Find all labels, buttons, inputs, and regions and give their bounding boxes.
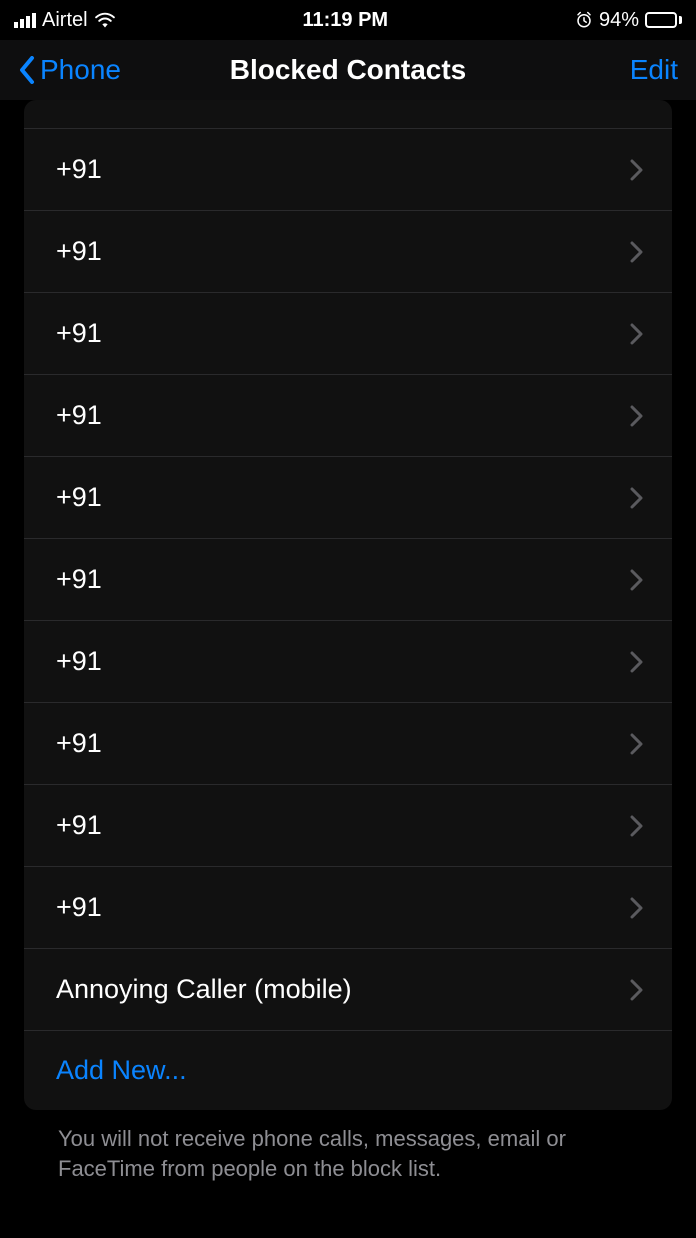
list-item[interactable]: +91 — [24, 784, 672, 866]
status-left: Airtel — [14, 9, 116, 32]
wifi-icon — [94, 12, 116, 28]
signal-icon — [14, 12, 36, 28]
blocked-list: +91 +91 +91 +91 +91 +91 +91 +91 — [24, 100, 672, 1110]
battery-pct: 94% — [599, 9, 639, 32]
list-item-label: +91 — [56, 400, 102, 431]
list-item[interactable]: +91 — [24, 702, 672, 784]
list-item-label: +91 — [56, 154, 102, 185]
page-title: Blocked Contacts — [230, 54, 467, 86]
footer-note: You will not receive phone calls, messag… — [24, 1110, 672, 1183]
list-item[interactable]: +91 — [24, 128, 672, 210]
back-button[interactable]: Phone — [18, 54, 121, 86]
list-item-label: +91 — [56, 646, 102, 677]
add-new-button[interactable]: Add New... — [24, 1030, 672, 1110]
chevron-right-icon — [630, 815, 644, 837]
list-item-label: +91 — [56, 810, 102, 841]
list-item[interactable]: +91 — [24, 210, 672, 292]
list-item[interactable]: +91 — [24, 374, 672, 456]
back-label: Phone — [40, 54, 121, 86]
status-bar: Airtel 11:19 PM 94% — [0, 0, 696, 40]
list-item[interactable]: +91 — [24, 456, 672, 538]
chevron-right-icon — [630, 323, 644, 345]
list-spacer-top — [24, 104, 672, 128]
chevron-right-icon — [630, 651, 644, 673]
list-item-label: +91 — [56, 236, 102, 267]
status-right: 94% — [575, 9, 682, 32]
status-time: 11:19 PM — [302, 9, 388, 32]
chevron-right-icon — [630, 487, 644, 509]
list-item[interactable]: +91 — [24, 292, 672, 374]
battery-icon — [645, 12, 682, 28]
edit-button[interactable]: Edit — [630, 54, 678, 86]
chevron-right-icon — [630, 159, 644, 181]
list-item[interactable]: +91 — [24, 866, 672, 948]
chevron-right-icon — [630, 979, 644, 1001]
list-item[interactable]: +91 — [24, 620, 672, 702]
list-item-label: +91 — [56, 318, 102, 349]
list-item-label: +91 — [56, 728, 102, 759]
chevron-right-icon — [630, 569, 644, 591]
list-item-label: +91 — [56, 482, 102, 513]
content: +91 +91 +91 +91 +91 +91 +91 +91 — [0, 100, 696, 1183]
chevron-left-icon — [18, 56, 36, 84]
chevron-right-icon — [630, 733, 644, 755]
list-item-label: Annoying Caller (mobile) — [56, 974, 352, 1005]
list-item-label: +91 — [56, 892, 102, 923]
alarm-icon — [575, 11, 593, 29]
chevron-right-icon — [630, 241, 644, 263]
list-item[interactable]: Annoying Caller (mobile) — [24, 948, 672, 1030]
list-item[interactable]: +91 — [24, 538, 672, 620]
chevron-right-icon — [630, 897, 644, 919]
list-item-label: +91 — [56, 564, 102, 595]
chevron-right-icon — [630, 405, 644, 427]
nav-bar: Phone Blocked Contacts Edit — [0, 40, 696, 100]
carrier-label: Airtel — [42, 9, 88, 32]
